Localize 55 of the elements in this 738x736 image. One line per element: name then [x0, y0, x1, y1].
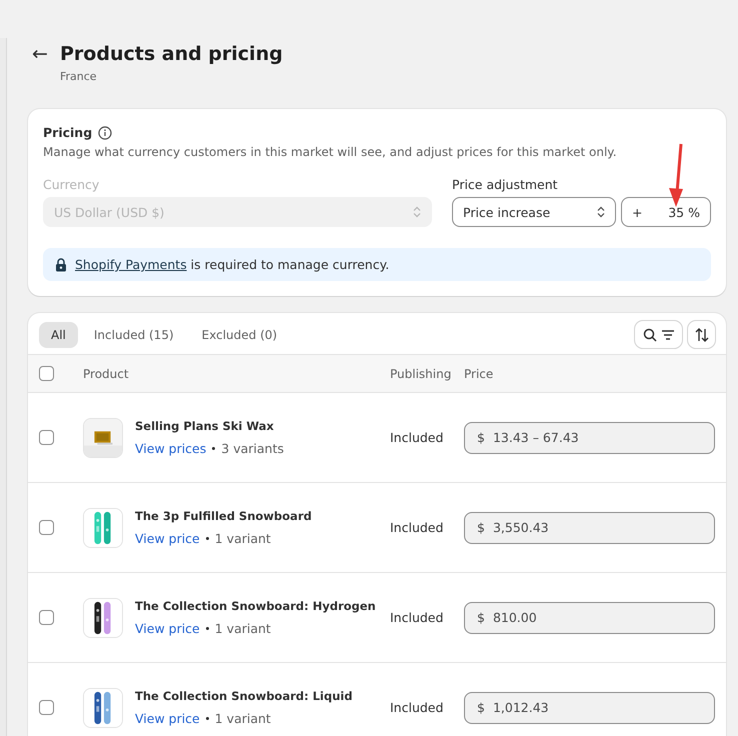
price-field[interactable]: $ 1,012.43	[464, 692, 715, 724]
publishing-status: Included	[390, 430, 444, 445]
filter-tab[interactable]: All	[39, 322, 78, 348]
variant-count: 1 variant	[214, 711, 271, 726]
market-name: France	[60, 70, 98, 83]
filter-icon	[660, 328, 674, 340]
row-checkbox[interactable]	[39, 430, 54, 445]
arrow-annotation	[667, 143, 685, 207]
view-prices-link[interactable]: View price	[135, 711, 200, 726]
view-prices-link[interactable]: View price	[135, 531, 200, 546]
column-header: Product	[83, 366, 130, 380]
row-checkbox[interactable]	[39, 520, 54, 535]
product-name[interactable]: The 3p Fulfilled Snowboard	[135, 509, 312, 523]
variant-count: 1 variant	[214, 531, 271, 546]
product-name[interactable]: The Collection Snowboard: Hydrogen	[135, 599, 376, 613]
filter-tab[interactable]: Excluded (0)	[190, 322, 290, 348]
adjustment-select[interactable]: Price increase	[452, 197, 616, 227]
product-name[interactable]: Selling Plans Ski Wax	[135, 419, 274, 433]
product-name[interactable]: The Collection Snowboard: Liquid	[135, 689, 352, 703]
publishing-status: Included	[390, 520, 444, 535]
section-description: Manage what currency customers in this market will see, and adjust prices for this market only.	[43, 145, 618, 159]
column-header: Price	[464, 366, 494, 380]
price-field[interactable]: $ 3,550.43	[464, 512, 715, 544]
variant-count: 1 variant	[214, 621, 271, 636]
publishing-status: Included	[390, 700, 444, 715]
search-filter-button[interactable]	[635, 321, 682, 348]
sort-button[interactable]	[688, 321, 715, 348]
variant-count: 3 variants	[221, 441, 284, 456]
chevron-icon	[413, 206, 421, 218]
info-icon[interactable]	[98, 126, 112, 140]
page-title: Products and pricing	[60, 42, 283, 67]
separator-dot	[206, 717, 209, 720]
row-checkbox[interactable]	[39, 700, 54, 715]
payments-link[interactable]: Shopify Payments	[75, 257, 187, 272]
filter-tab[interactable]: Included (15)	[82, 322, 186, 348]
notice-text: Shopify Payments is required to manage currency.	[75, 257, 390, 272]
publishing-status: Included	[390, 610, 444, 625]
sort-icon	[694, 328, 708, 342]
search-icon	[642, 328, 656, 342]
separator-dot	[206, 537, 209, 540]
lock-icon	[55, 258, 67, 272]
price-field[interactable]: $ 13.43 – 67.43	[464, 422, 715, 454]
select-all-checkbox[interactable]	[39, 366, 54, 381]
separator-dot	[212, 447, 216, 450]
column-header: Publishing	[390, 366, 452, 380]
section-title: Pricing	[43, 125, 92, 140]
field-label: Currency	[43, 177, 100, 192]
field-label: Price adjustment	[452, 177, 559, 192]
view-prices-link[interactable]: View price	[135, 621, 200, 636]
view-prices-link[interactable]: View prices	[135, 441, 206, 456]
price-field[interactable]: $ 810.00	[464, 602, 715, 634]
back-button[interactable]: ←	[32, 40, 48, 83]
separator-dot	[206, 627, 209, 630]
row-checkbox[interactable]	[39, 610, 54, 625]
chevron-icon	[597, 206, 605, 218]
